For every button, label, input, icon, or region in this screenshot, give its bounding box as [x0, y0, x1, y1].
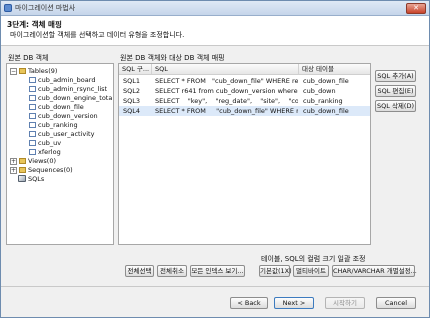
delete-sql-button[interactable]: SQL 삭제(D): [375, 100, 416, 112]
mapping-table: SQL 구... SQL 대상 테이블 SQL1 SELECT * FROM "…: [118, 63, 371, 245]
cancel-button[interactable]: Cancel: [376, 297, 416, 309]
migration-wizard-window: 마이그레이션 마법사 ✕ 3단계: 객체 매핑 마이그레이션할 객체를 선택하고…: [0, 0, 430, 318]
footer-divider: [1, 286, 429, 287]
step-title: 3단계: 객체 매핑: [7, 20, 62, 29]
tree-item-table[interactable]: cub_down_version: [38, 112, 98, 120]
tree-item-table[interactable]: xferlog: [38, 148, 61, 156]
tree-item-table[interactable]: cub_admin_rsync_list: [38, 85, 107, 93]
column-header-sql[interactable]: SQL: [152, 64, 299, 75]
tree-item-table[interactable]: cub_ranking: [38, 121, 78, 129]
source-objects-label: 원본 DB 객체: [8, 54, 49, 62]
step-description: 마이그레이션할 객체를 선택하고 데이터 유형을 조정합니다.: [10, 31, 185, 39]
tree-item-table[interactable]: cub_user_activity: [38, 130, 94, 138]
table-row[interactable]: SQL2 SELECT r641 from cub_down_version w…: [119, 86, 370, 96]
table-icon: [29, 95, 36, 101]
tree-item-sequences[interactable]: Sequences(0): [28, 166, 73, 174]
deselect-all-button[interactable]: 전체취소: [157, 265, 187, 277]
table-icon: [29, 113, 36, 119]
table-row[interactable]: SQL1 SELECT * FROM "cub_down_file" WHERE…: [119, 76, 370, 86]
window-title: 마이그레이션 마법사: [15, 4, 76, 12]
table-icon: [29, 149, 36, 155]
column-header-sql-name[interactable]: SQL 구...: [119, 64, 152, 75]
target-table-cell: cub_ranking: [303, 97, 343, 105]
target-table-cell: cub_down_file: [303, 77, 349, 85]
table-icon: [29, 131, 36, 137]
start-button: 시작하기: [325, 297, 365, 309]
edit-sql-button[interactable]: SQL 편집(E): [375, 85, 416, 97]
folder-icon: [19, 167, 26, 173]
tree-item-sqls[interactable]: SQLs: [28, 175, 44, 183]
close-icon[interactable]: ✕: [406, 3, 426, 14]
tree-item-table[interactable]: cub_admin_board: [38, 76, 95, 84]
sql-text-cell: SELECT * FROM "cub_down_file" WHERE reg_…: [155, 107, 298, 115]
sql-text-cell: SELECT "key", "reg_date", "site", "cou..…: [155, 97, 298, 105]
sql-text-cell: SELECT r641 from cub_down_version where …: [155, 87, 298, 95]
expand-icon[interactable]: +: [10, 158, 17, 165]
sql-text-cell: SELECT * FROM "cub_down_file" WHERE reg_…: [155, 77, 298, 85]
back-button[interactable]: < Back: [230, 297, 268, 309]
expand-icon[interactable]: +: [10, 167, 17, 174]
sql-icon: [18, 175, 26, 182]
table-icon: [29, 104, 36, 110]
sql-name-cell: SQL1: [123, 77, 140, 85]
column-size-label: 테이블, SQL의 컬럼 크기 일괄 조정: [261, 255, 366, 263]
char-varchar-setting-button[interactable]: CHAR/VARCHAR 개별설정...: [332, 265, 417, 277]
folder-icon: [19, 68, 26, 74]
column-header-target-table[interactable]: 대상 테이블: [299, 64, 370, 75]
table-icon: [29, 77, 36, 83]
sql-name-cell: SQL2: [123, 87, 140, 95]
table-icon: [29, 140, 36, 146]
tree-item-views[interactable]: Views(0): [28, 157, 56, 165]
target-table-cell: cub_down_file: [303, 107, 349, 115]
multibyte-button[interactable]: 멀티바이트: [293, 265, 329, 277]
next-button[interactable]: Next >: [274, 297, 314, 309]
tree-item-table[interactable]: cub_down_engine_total: [38, 94, 113, 102]
app-icon: [4, 4, 12, 12]
select-all-button[interactable]: 전체선택: [125, 265, 154, 277]
default-size-button[interactable]: 기본값(1X): [259, 265, 292, 277]
table-row[interactable]: SQL3 SELECT "key", "reg_date", "site", "…: [119, 96, 370, 106]
collapse-icon[interactable]: −: [10, 68, 17, 75]
table-icon: [29, 86, 36, 92]
mapping-label: 원본 DB 객체와 대상 DB 객체 매핑: [120, 54, 225, 62]
table-icon: [29, 122, 36, 128]
table-row-selected[interactable]: SQL4 SELECT * FROM "cub_down_file" WHERE…: [119, 106, 370, 116]
source-object-tree[interactable]: − Tables(9) cub_admin_board cub_admin_rs…: [6, 63, 114, 245]
sql-name-cell: SQL4: [123, 107, 140, 115]
folder-icon: [19, 158, 26, 164]
add-sql-button[interactable]: SQL 추가(A): [375, 70, 416, 82]
sql-name-cell: SQL3: [123, 97, 140, 105]
tree-item-tables[interactable]: Tables(9): [28, 67, 57, 75]
tree-item-table[interactable]: cub_down_file: [38, 103, 84, 111]
tree-item-table[interactable]: cub_uv: [38, 139, 61, 147]
target-table-cell: cub_down: [303, 87, 336, 95]
title-bar: 마이그레이션 마법사 ✕: [1, 1, 429, 16]
view-all-indexes-button[interactable]: 모든 인덱스 보기...: [190, 265, 245, 277]
wizard-header: 3단계: 객체 매핑 마이그레이션할 객체를 선택하고 데이터 유형을 조정합니…: [1, 16, 429, 46]
